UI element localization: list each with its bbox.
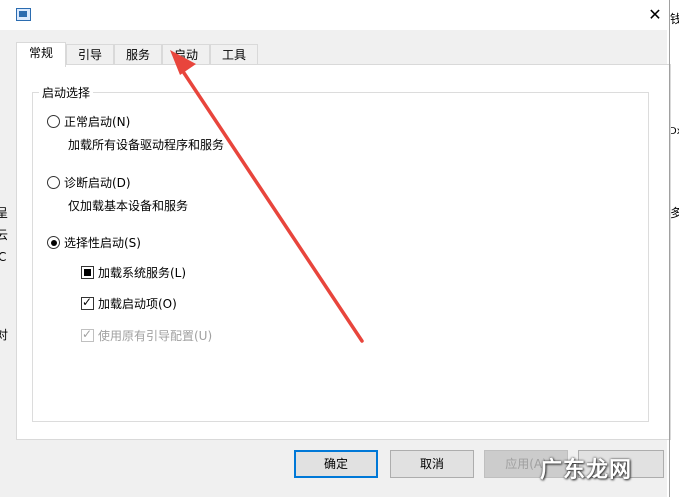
background-text-fragment: 钱: [670, 12, 679, 26]
background-text-fragment: C: [0, 250, 7, 264]
diagnostic-startup-label: 诊断启动(D): [64, 176, 131, 190]
tab-tools[interactable]: 工具: [210, 44, 258, 65]
title-bar: ✕: [0, 0, 670, 30]
tab-startup[interactable]: 启动: [162, 44, 210, 65]
background-text-fragment: 呈: [0, 206, 9, 220]
tab-services[interactable]: 服务: [114, 44, 162, 65]
checkbox[interactable]: [81, 266, 94, 279]
normal-startup-label: 正常启动(N): [64, 115, 131, 129]
background-text-fragment: 多: [670, 206, 679, 220]
cancel-button[interactable]: 取消: [390, 450, 474, 478]
tab-boot[interactable]: 引导: [66, 44, 114, 65]
radio-button[interactable]: [47, 115, 60, 128]
normal-startup-radio[interactable]: 正常启动(N): [47, 113, 130, 130]
tab-general[interactable]: 常规: [16, 42, 66, 67]
radio-button[interactable]: [47, 176, 60, 189]
selective-startup-label: 选择性启动(S): [64, 236, 141, 250]
checkbox[interactable]: [81, 295, 94, 310]
general-tab-panel: 启动选择 正常启动(N) 加载所有设备驱动程序和服务 诊断启动(D) 仅加载基本…: [16, 64, 671, 440]
load-startup-items-checkbox[interactable]: 加载启动项(O): [81, 295, 177, 312]
background-text-fragment: 对: [0, 328, 9, 342]
radio-button[interactable]: [47, 236, 60, 249]
ok-button[interactable]: 确定: [294, 450, 378, 478]
diagnostic-startup-description: 仅加载基本设备和服务: [68, 199, 189, 213]
normal-startup-description: 加载所有设备驱动程序和服务: [68, 138, 225, 152]
diagnostic-startup-radio[interactable]: 诊断启动(D): [47, 174, 131, 191]
load-system-services-label: 加载系统服务(L): [98, 266, 187, 280]
load-system-services-checkbox[interactable]: 加载系统服务(L): [81, 264, 186, 281]
selective-startup-radio[interactable]: 选择性启动(S): [47, 234, 141, 251]
msconfig-app-icon: [16, 8, 31, 21]
startup-selection-group: 启动选择 正常启动(N) 加载所有设备驱动程序和服务 诊断启动(D) 仅加载基本…: [32, 84, 649, 422]
use-original-boot-config-label: 使用原有引导配置(U): [98, 329, 213, 343]
watermark-text: 广东龙网: [540, 458, 633, 483]
use-original-boot-config-checkbox: 使用原有引导配置(U): [81, 327, 212, 344]
checkbox: [81, 327, 94, 342]
load-startup-items-label: 加载启动项(O): [98, 297, 177, 311]
background-text-fragment: 云: [0, 228, 9, 242]
close-button[interactable]: ✕: [640, 2, 670, 28]
startup-selection-title: 启动选择: [39, 84, 94, 101]
